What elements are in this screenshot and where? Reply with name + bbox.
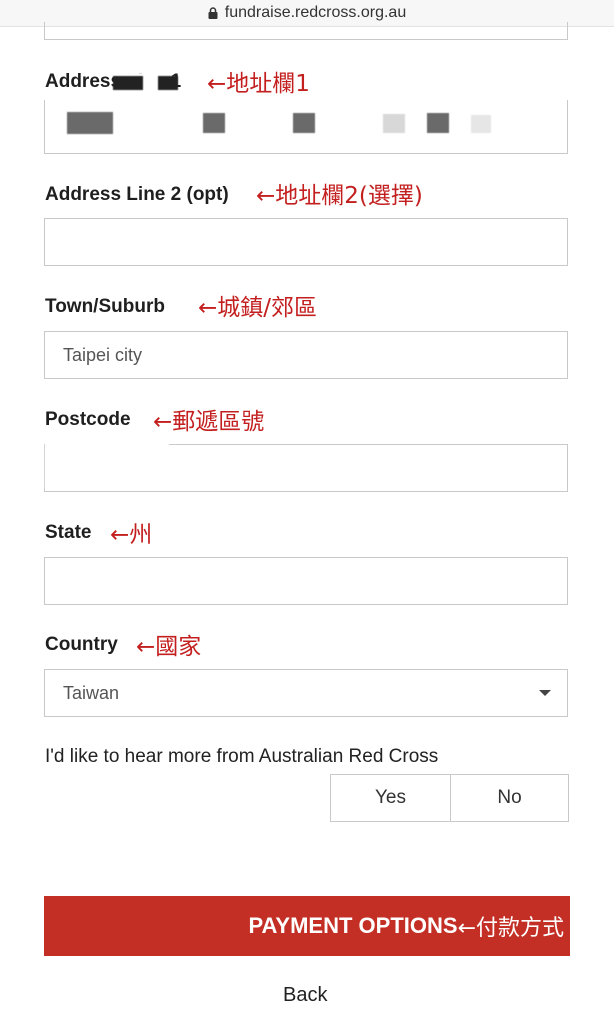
postcode-label: Postcode — [45, 409, 131, 430]
address1-input[interactable] — [44, 100, 568, 154]
payment-options-button[interactable]: PAYMENT OPTIONS ←付款方式 — [44, 896, 570, 956]
postcode-input[interactable] — [44, 439, 568, 492]
chevron-down-icon — [539, 690, 551, 696]
url-text: fundraise.redcross.org.au — [224, 4, 407, 21]
state-annotation: ←州 — [110, 522, 153, 548]
country-annotation: ←國家 — [136, 634, 202, 660]
redacted-text — [427, 113, 449, 133]
payment-options-label: PAYMENT OPTIONS — [248, 913, 458, 938]
state-input[interactable] — [44, 557, 568, 605]
redacted-text — [67, 112, 113, 134]
hear-more-question: I'd like to hear more from Australian Re… — [45, 746, 439, 767]
country-selected-value: Taiwan — [63, 682, 120, 703]
back-link[interactable]: Back — [283, 984, 327, 1007]
country-select[interactable]: Taiwan — [44, 669, 568, 717]
address1-annotation: ←地址欄1 — [207, 71, 310, 97]
redacted-text — [471, 115, 491, 133]
country-label: Country — [45, 634, 118, 655]
town-annotation: ←城鎮/郊區 — [198, 295, 318, 321]
redaction-block — [158, 76, 178, 90]
town-input[interactable]: Taipei city — [44, 331, 568, 379]
address2-label: Address Line 2 (opt) — [45, 184, 229, 205]
hear-more-yes-button[interactable]: Yes — [330, 774, 451, 822]
address2-input[interactable] — [44, 218, 568, 266]
redacted-text — [293, 113, 315, 133]
address2-annotation: ←地址欄2(選擇) — [256, 183, 423, 209]
postcode-annotation: ←郵遞區號 — [153, 409, 265, 435]
payment-options-annotation: ←付款方式 — [457, 916, 564, 941]
town-label: Town/Suburb — [45, 296, 165, 317]
redaction-block — [45, 439, 169, 489]
redacted-text — [383, 114, 405, 133]
lock-icon — [208, 7, 218, 19]
hear-more-no-button[interactable]: No — [450, 774, 569, 822]
previous-field[interactable] — [44, 22, 568, 40]
state-label: State — [45, 522, 92, 543]
redaction-block — [113, 76, 143, 90]
redacted-text — [203, 113, 225, 133]
